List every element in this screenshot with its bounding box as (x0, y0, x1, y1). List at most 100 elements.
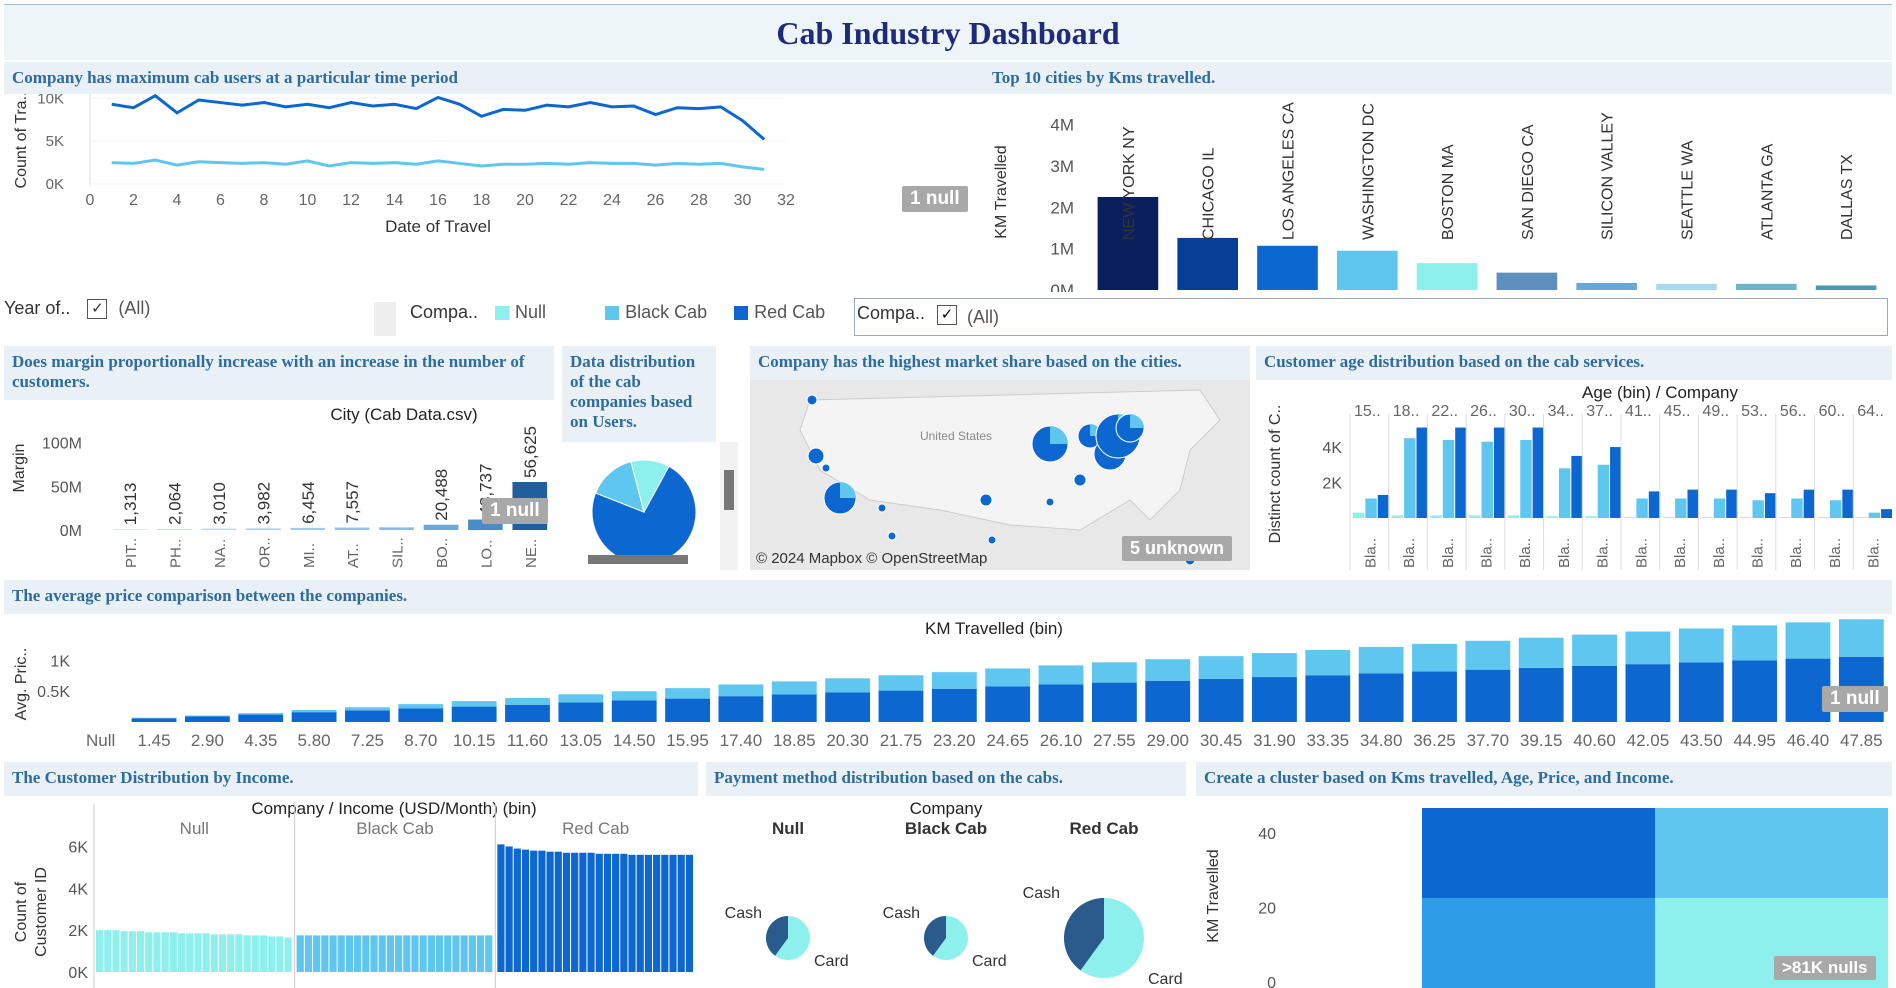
x-tick-label: 12 (342, 192, 360, 209)
chart-cluster[interactable]: 40 20 0 KM Travelled >81K nulls (1196, 796, 1892, 988)
legend-item-black-cab[interactable]: Black Cab (625, 302, 707, 322)
null-badge[interactable]: 1 null (902, 186, 968, 212)
bar (120, 931, 128, 972)
bar-red-cab (451, 706, 497, 722)
bar-category-label: LOS ANGELES CA (1281, 102, 1298, 240)
map-bubble (806, 394, 818, 406)
age-bin-label: 60.. (1819, 403, 1846, 420)
age-bin-label: 34.. (1548, 403, 1575, 420)
x-tick-label: 4.35 (244, 731, 277, 750)
chart-top-cities[interactable]: 4M 3M 2M 1M 0M KM Travelled NEW YORK NY CHICAGO… (984, 94, 1892, 300)
x-tick-label: 2.90 (191, 731, 224, 750)
bar (468, 935, 476, 972)
bar (1442, 439, 1455, 518)
x-tick-label: 14 (386, 192, 404, 209)
bar-red-cab (1518, 667, 1564, 722)
x-tick-label: Bla.. (1827, 538, 1844, 568)
sheet-title-avg-price: The average price comparison between the… (4, 580, 1892, 614)
x-tick-label: 26.10 (1040, 731, 1083, 750)
x-tick-label: 7.25 (351, 731, 384, 750)
sheet-title-time-users: Company has maximum cab users at a parti… (4, 62, 1004, 94)
chart-income[interactable]: Company / Income (USD/Month) (bin) 6K 4K 2K… (4, 796, 698, 988)
bar (1481, 441, 1493, 518)
bar (546, 851, 554, 972)
null-badge[interactable]: 1 null (482, 498, 548, 524)
x-tick-label: 27.55 (1093, 731, 1136, 750)
bar-red-cab (931, 688, 977, 722)
bar (579, 852, 587, 972)
checkbox-icon[interactable]: ✓ (87, 299, 108, 320)
bar-black-cab (931, 672, 977, 689)
x-tick-label: MI.. (301, 543, 318, 568)
bar (345, 935, 354, 972)
bar (304, 935, 313, 972)
bar (476, 935, 485, 972)
unknown-badge[interactable]: 5 unknown (1122, 536, 1232, 561)
bar (1416, 263, 1478, 290)
bar (1648, 491, 1661, 518)
chart-payment[interactable]: Company Null Cash Card Black Cab Cash Card Red … (706, 796, 1186, 988)
x-tick-label: 39.15 (1520, 731, 1563, 750)
bar (227, 934, 235, 972)
bar (612, 853, 620, 972)
year-filter[interactable]: Year of.. ✓ (All) (4, 298, 150, 320)
null-badge[interactable]: 1 null (1822, 686, 1888, 712)
bar (628, 854, 636, 972)
bar (235, 934, 243, 972)
bar-data-label: 3,010 (210, 482, 229, 525)
chart-data-dist[interactable] (562, 442, 716, 570)
bar-black-cab (451, 701, 497, 707)
bar-category-label: SEATTLE WA (1680, 140, 1697, 240)
bar (1868, 512, 1881, 518)
nulls-badge[interactable]: >81K nulls (1774, 956, 1876, 980)
scrollbar[interactable] (374, 302, 396, 336)
x-tick-label: Bla.. (1401, 538, 1418, 568)
bar (259, 935, 268, 972)
scrollbar-thumb[interactable] (724, 470, 734, 510)
bar-red-cab (238, 714, 284, 722)
map-bubble (1045, 497, 1055, 507)
bar-red-cab (398, 708, 444, 722)
bar (1571, 455, 1583, 518)
checkbox-icon[interactable]: ✓ (937, 305, 957, 325)
bar (186, 933, 194, 972)
legend-item-red-cab[interactable]: Red Cab (754, 302, 825, 322)
bar-red-cab (718, 696, 764, 722)
map-market-share[interactable]: United States © 2024 Mapbox © OpenStreet… (750, 380, 1250, 570)
scrollbar-horizontal[interactable] (588, 555, 688, 564)
bar (1842, 489, 1854, 518)
x-tick-label: 30 (734, 192, 752, 209)
bar (246, 528, 281, 530)
bar (1701, 517, 1713, 518)
bar (386, 935, 394, 972)
legend-item-null[interactable]: Null (515, 302, 546, 322)
filter-row: Year of.. ✓ (All) Compa.. Null Black Cab… (4, 292, 1892, 338)
bar (1803, 489, 1816, 518)
bar (1624, 517, 1636, 518)
y-tick-label: 3M (1050, 157, 1074, 176)
bar-red-cab (771, 694, 817, 722)
chart-time-users[interactable]: 10K 5K 0K 0 2 4 6 8 10 12 14 16 18 20 22 24 26 28 30 32 Date… (4, 90, 1004, 280)
bar-category-label: WASHINGTON DC (1360, 103, 1377, 240)
bar (587, 852, 595, 972)
y-axis-title: Count of (13, 881, 30, 942)
group-label: Black Cab (905, 819, 987, 838)
scrollbar[interactable] (720, 442, 738, 570)
chart-margin[interactable]: City (Cab Data.csv) 100M 50M 0M Margin 1,313 P… (4, 400, 554, 570)
bar (370, 935, 378, 972)
map-bubble (987, 535, 997, 545)
bar-category-label: SILICON VALLEY (1600, 112, 1617, 240)
bar (337, 935, 345, 972)
chart-age-dist[interactable]: Age (bin) / Company 4K 2K Distinct count of… (1256, 380, 1893, 570)
bar (296, 935, 304, 972)
x-tick-label: Bla.. (1788, 538, 1805, 568)
x-tick-label: 15.95 (666, 731, 709, 750)
chart-avg-price[interactable]: KM Travelled (bin) 1K 0.5K Avg. Pric.. Null 1… (4, 614, 1892, 750)
bar (1353, 512, 1365, 518)
bar (403, 935, 411, 972)
data-dist-svg (591, 459, 697, 565)
bar (161, 932, 169, 972)
company-filter[interactable]: Compa.. ✓ (All) (854, 298, 1888, 336)
x-tick-label: Bla.. (1633, 538, 1650, 568)
margin-svg: City (Cab Data.csv) 100M 50M 0M Margin 1,313 P… (11, 405, 548, 568)
